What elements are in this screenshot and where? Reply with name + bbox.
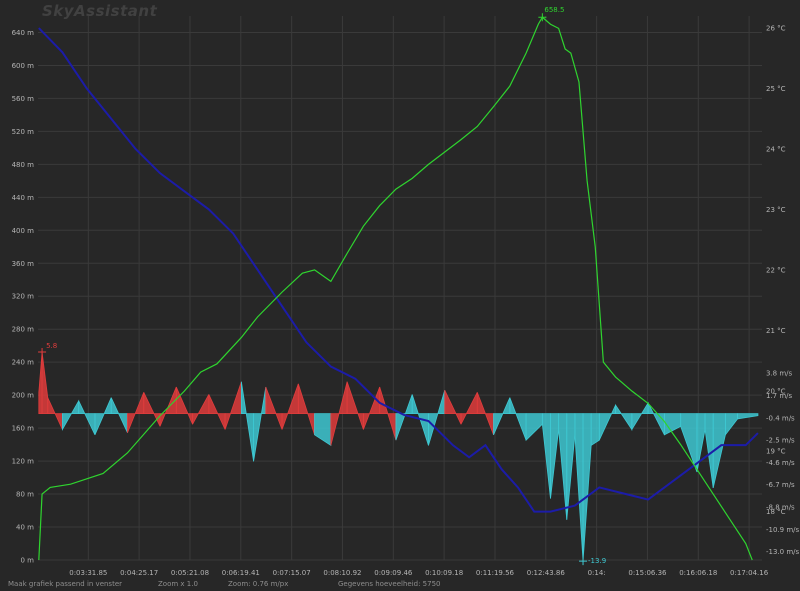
altitude-tick-label: 560 m <box>12 95 35 103</box>
zoom-rate-status: Zoom: 0.76 m/px <box>228 580 289 588</box>
vario-segment <box>281 383 299 430</box>
vario-segment <box>38 351 43 414</box>
temperature-line <box>38 27 759 513</box>
temperature-tick-label: 22 °C <box>766 266 786 274</box>
altitude-tick-label: 480 m <box>12 161 35 169</box>
altitude-tick-label: 120 m <box>12 458 35 466</box>
temperature-tick-label: 23 °C <box>766 206 786 214</box>
altitude-peak-label: 658.5 <box>544 6 564 14</box>
altitude-tick-label: 240 m <box>12 359 35 367</box>
time-tick-label: 0:12:43.86 <box>527 569 566 577</box>
time-tick-label: 0:06:19.41 <box>222 569 260 577</box>
vario-segment <box>192 394 210 425</box>
vario-tick-label: -2.5 m/s <box>766 437 795 445</box>
altitude-tick-label: 40 m <box>16 524 34 532</box>
zoom-status: Zoom x 1.0 <box>158 580 198 588</box>
vario-segment <box>724 413 738 437</box>
vario-segment <box>550 413 560 499</box>
vario-segment <box>224 381 242 430</box>
altitude-tick-label: 360 m <box>12 260 35 268</box>
altitude-tick-label: 320 m <box>12 293 35 301</box>
time-tick-label: 0:03:31.85 <box>69 569 107 577</box>
altitude-tick-label: 520 m <box>12 128 35 136</box>
vario-segment <box>493 397 511 435</box>
vario-segment <box>240 381 254 462</box>
time-tick-label: 0:15:06.36 <box>628 569 667 577</box>
vario-segment <box>208 394 226 430</box>
data-count-status: Gegevens hoeveelheid: 5750 <box>338 580 441 588</box>
vario-tick-label: 3.8 m/s <box>766 370 793 378</box>
vario-tick-label: -6.7 m/s <box>766 481 795 489</box>
vario-tick-label: -4.6 m/s <box>766 459 795 467</box>
vario-tick-label: -8.8 m/s <box>766 504 795 512</box>
vario-segment <box>582 413 592 562</box>
vario-segment <box>574 413 584 562</box>
vario-segment <box>127 392 145 433</box>
time-tick-label: 0:10:09.18 <box>425 569 463 577</box>
fit-window-status[interactable]: Maak grafiek passend in venster <box>8 580 122 588</box>
time-tick-label: 0:16:06.18 <box>679 569 717 577</box>
temperature-tick-label: 25 °C <box>766 85 786 93</box>
vario-tick-label: -0.4 m/s <box>766 414 795 422</box>
vario-segment <box>558 413 568 520</box>
vario-segment <box>94 397 112 435</box>
altitude-tick-label: 400 m <box>12 227 35 235</box>
vario-segment <box>47 397 63 430</box>
vario-segment <box>41 351 49 414</box>
altitude-tick-label: 80 m <box>16 491 34 499</box>
vario-segment <box>615 403 633 431</box>
vario-max-marker <box>38 348 47 356</box>
time-tick-label: 0:11:19.56 <box>476 569 515 577</box>
vario-segment <box>346 381 364 430</box>
time-tick-label: 0:09:09.46 <box>374 569 413 577</box>
altitude-tick-label: 0 m <box>21 557 35 565</box>
vario-tick-label: 1.7 m/s <box>766 392 793 400</box>
vario-segment <box>460 392 478 425</box>
temperature-tick-label: 19 °C <box>766 448 786 456</box>
vario-segment <box>541 413 551 499</box>
vario-tick-label: -13.0 m/s <box>766 548 800 556</box>
vario-segment <box>566 413 576 520</box>
altitude-tick-label: 640 m <box>12 29 35 37</box>
vario-segment <box>737 413 759 420</box>
altitude-tick-label: 600 m <box>12 62 35 70</box>
time-tick-label: 0:14: <box>588 569 606 577</box>
vario-segment <box>265 386 283 430</box>
vario-segment <box>253 386 267 462</box>
vario-max-label: 5.8 <box>46 342 57 350</box>
skyassistant-chart-window: SkyAssistant 0 m 40 m 80 m 120 m 160 m 200 m2… <box>0 0 800 591</box>
altitude-tick-label: 440 m <box>12 194 35 202</box>
altitude-tick-label: 160 m <box>12 425 35 433</box>
time-tick-label: 0:17:04.16 <box>730 569 769 577</box>
vario-segment <box>314 413 332 447</box>
vario-segment <box>525 413 543 442</box>
time-tick-label: 0:05:21.08 <box>171 569 209 577</box>
temperature-tick-label: 24 °C <box>766 145 786 153</box>
time-tick-label: 0:08:10.92 <box>323 569 361 577</box>
vario-segment <box>62 399 80 432</box>
vario-segment <box>110 397 128 433</box>
vario-segment <box>590 413 600 447</box>
vario-segment <box>598 404 616 441</box>
vario-segment <box>704 413 714 488</box>
vario-segment <box>78 400 96 435</box>
vario-segment <box>631 401 649 431</box>
altitude-tick-label: 280 m <box>12 326 35 334</box>
vario-tick-label: -10.9 m/s <box>766 526 800 534</box>
vario-segment <box>143 392 161 427</box>
temperature-tick-label: 26 °C <box>766 25 786 33</box>
altitude-tick-label: 200 m <box>12 392 35 400</box>
vario-min-marker <box>579 557 588 566</box>
flight-chart[interactable]: 0 m 40 m 80 m 120 m 160 m 200 m 240 m 280 m 320 … <box>0 0 800 591</box>
time-tick-label: 0:07:15.07 <box>273 569 311 577</box>
temperature-tick-label: 21 °C <box>766 327 786 335</box>
vario-segment <box>297 383 315 435</box>
time-tick-label: 0:04:25.17 <box>120 569 158 577</box>
vario-segment <box>330 381 348 446</box>
vario-segment <box>428 390 446 446</box>
vario-min-label: -13.9 <box>588 557 606 565</box>
vario-segment <box>509 397 527 441</box>
vario-segment <box>680 413 698 473</box>
